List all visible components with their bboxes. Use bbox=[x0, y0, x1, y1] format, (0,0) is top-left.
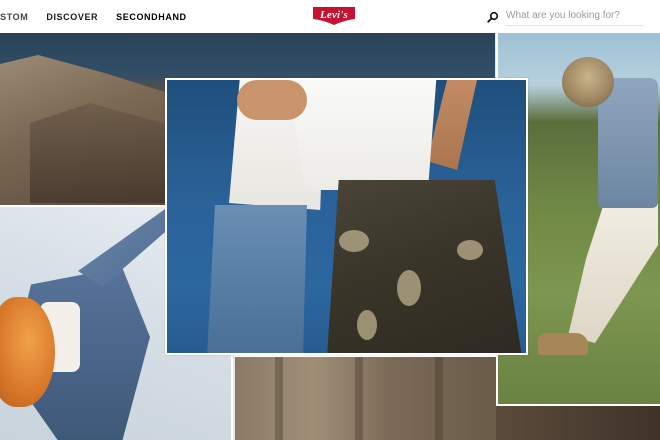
white-pants bbox=[568, 203, 658, 343]
nav-item-custom[interactable]: USTOM bbox=[0, 12, 28, 22]
hero-collage bbox=[0, 33, 660, 440]
brand-logo[interactable]: Levi's bbox=[312, 6, 356, 26]
rock-tile bbox=[235, 355, 496, 440]
light-wash-jeans bbox=[207, 205, 307, 353]
rock-streak bbox=[355, 357, 363, 440]
jeans-stain bbox=[457, 240, 483, 260]
jeans-stain bbox=[397, 270, 421, 306]
nav-item-secondhand[interactable]: SECONDHAND bbox=[116, 12, 187, 22]
dreadlocks-hair bbox=[562, 57, 614, 107]
nav-item-discover[interactable]: DISCOVER bbox=[46, 12, 98, 22]
rock-streak bbox=[435, 357, 443, 440]
arm-around-shoulder bbox=[237, 80, 307, 120]
rock-sliver-tile bbox=[496, 406, 660, 440]
jeans-stain bbox=[339, 230, 369, 252]
site-header: USTOM DISCOVER SECONDHAND Levi's bbox=[0, 0, 660, 33]
boot bbox=[538, 333, 588, 355]
white-tshirt bbox=[287, 80, 437, 190]
search-icon[interactable] bbox=[487, 10, 499, 23]
dirty-dark-jeans bbox=[327, 180, 522, 353]
main-nav: USTOM DISCOVER SECONDHAND bbox=[0, 0, 205, 33]
search-input[interactable] bbox=[506, 6, 644, 26]
rock-streak bbox=[275, 357, 283, 440]
logo-text: Levi's bbox=[319, 9, 349, 21]
featured-jeans-tile[interactable] bbox=[165, 78, 528, 355]
jeans-stain bbox=[357, 310, 377, 340]
